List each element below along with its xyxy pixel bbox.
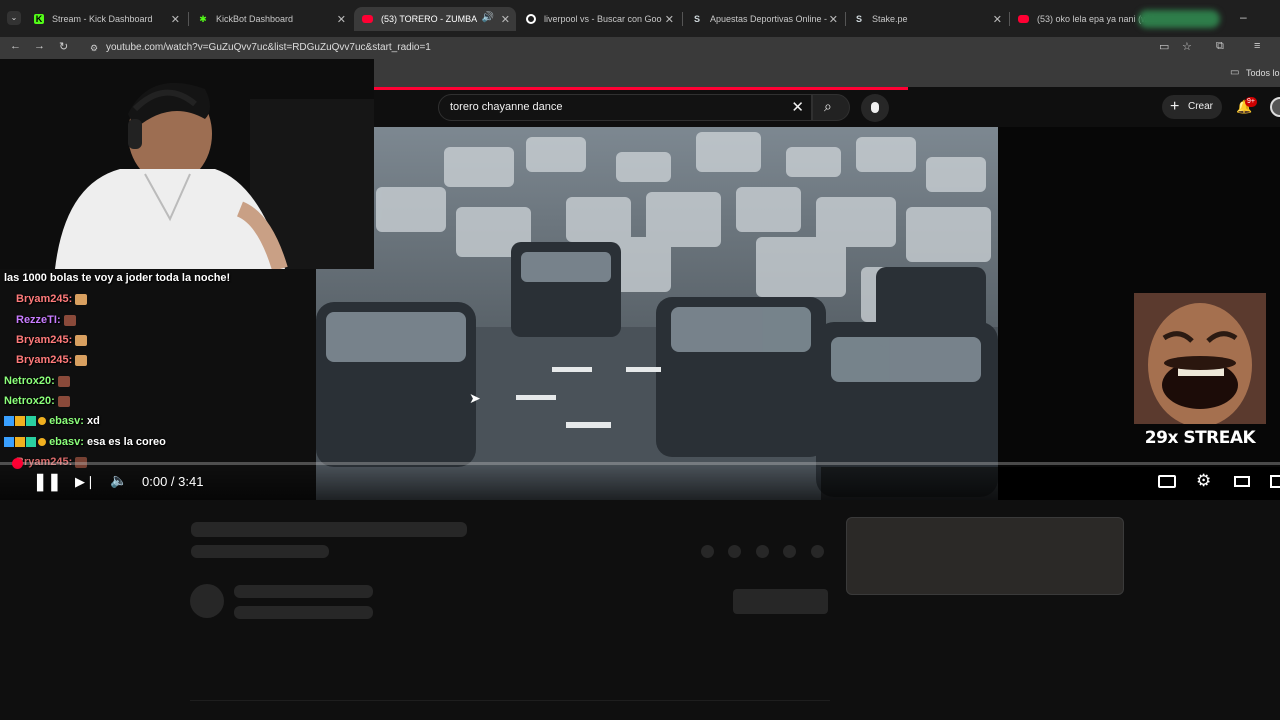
reload-icon[interactable]: ↻: [59, 40, 68, 53]
browser-tab-strip: ⌄ K Stream - Kick Dashboard ✕ ✱ KickBot …: [0, 0, 1280, 37]
badge-icon: [4, 437, 14, 448]
stake-icon: S: [693, 14, 700, 24]
time-display: 0:00 / 3:41: [142, 474, 204, 489]
youtube-icon: [1018, 15, 1029, 23]
skeleton-subscribe-button: [733, 589, 828, 614]
menu-icon[interactable]: ≡: [1254, 40, 1260, 52]
skeleton-subscribers: [234, 606, 373, 619]
theater-mode-icon[interactable]: [1234, 476, 1250, 487]
chat-message: Bryam245:: [16, 354, 88, 366]
forward-icon[interactable]: →: [34, 40, 45, 52]
all-bookmarks-label[interactable]: Todos los: [1246, 68, 1280, 78]
folder-icon: ▭: [1230, 67, 1240, 78]
skeleton-title: [191, 522, 467, 537]
voice-search-button[interactable]: [861, 94, 889, 122]
tab-google-search[interactable]: liverpool vs - Buscar con Googl ✕: [518, 7, 680, 31]
badge-icon: [38, 417, 46, 426]
microphone-icon: [871, 102, 879, 113]
settings-gear-icon[interactable]: ⚙: [1196, 471, 1211, 491]
emote-icon: [75, 354, 88, 366]
chat-message: RezzeTI:: [16, 314, 76, 326]
skeleton-avatar: [190, 584, 224, 618]
kick-icon: K: [34, 14, 44, 24]
back-icon[interactable]: ←: [10, 40, 21, 52]
emote-icon: [57, 395, 70, 407]
skeleton-dot: [811, 545, 824, 558]
bookmark-star-icon[interactable]: ☆: [1182, 40, 1192, 53]
subtitles-icon[interactable]: [1158, 475, 1176, 488]
close-tab-icon[interactable]: ✕: [665, 13, 674, 26]
badge-icon: [26, 416, 36, 427]
badge-icon: [26, 437, 36, 448]
skeleton-subtitle: [191, 545, 329, 558]
tab-search-icon[interactable]: ⌄: [7, 11, 21, 25]
chat-message: Bryam245:: [16, 293, 88, 305]
close-tab-icon[interactable]: ✕: [337, 13, 346, 26]
skeleton-dot: [728, 545, 741, 558]
next-icon[interactable]: ▶❘: [75, 474, 96, 490]
create-button[interactable]: + Crear: [1162, 95, 1222, 119]
tab-kickbot-dashboard[interactable]: ✱ KickBot Dashboard ✕: [190, 7, 352, 31]
emote-icon: [75, 293, 88, 305]
divider: [190, 700, 830, 701]
traffic-scene-image: [316, 127, 998, 500]
mouse-cursor-icon: ➤: [469, 390, 481, 406]
tab-stake[interactable]: S Stake.pe ✕: [846, 7, 1008, 31]
close-tab-icon[interactable]: ✕: [501, 13, 510, 26]
streak-counter: 29x STREAK: [1144, 428, 1256, 448]
emote-icon: [75, 334, 88, 346]
skeleton-dot: [783, 545, 796, 558]
chat-message: Netrox20:: [4, 395, 70, 407]
search-button[interactable]: ⌕: [812, 94, 850, 121]
google-icon: [526, 14, 536, 24]
close-tab-icon[interactable]: ✕: [829, 13, 838, 26]
streak-emote-image: [1134, 293, 1266, 424]
close-tab-icon[interactable]: ✕: [993, 13, 1002, 26]
youtube-icon: [362, 15, 373, 23]
skeleton-channel-name: [234, 585, 373, 598]
speaker-icon[interactable]: 🔊: [482, 12, 494, 23]
skeleton-dot: [701, 545, 714, 558]
clear-search-icon[interactable]: ✕: [791, 95, 804, 120]
pause-icon[interactable]: ❚❚: [33, 472, 62, 492]
streamer-webcam-image: [0, 59, 374, 269]
search-input[interactable]: torero chayanne dance ✕: [438, 94, 812, 121]
tab-youtube-oko-lela[interactable]: (53) oko lela epa ya nani (with: [1010, 7, 1224, 31]
skeleton-dot: [756, 545, 769, 558]
badge-icon: [4, 416, 14, 427]
video-frame: [316, 127, 998, 500]
webcam-overlay: [0, 59, 374, 269]
badge-icon: [15, 416, 25, 427]
site-info-icon[interactable]: ⚙: [90, 39, 98, 57]
extensions-icon[interactable]: ⧉: [1216, 40, 1224, 53]
close-tab-icon[interactable]: ✕: [171, 13, 180, 26]
fullscreen-icon[interactable]: [1270, 475, 1280, 488]
volume-icon[interactable]: 🔈: [110, 472, 127, 489]
chat-message: Netrox20:: [4, 375, 70, 387]
loading-progress-line: [374, 87, 908, 90]
cast-icon[interactable]: ▭: [1159, 40, 1169, 53]
notifications-button[interactable]: 🔔 9+: [1234, 97, 1258, 119]
chat-message: ebasv: xd: [4, 415, 100, 427]
chat-message: ebasv: esa es la coreo: [4, 436, 166, 448]
emote-icon: [63, 314, 76, 326]
search-icon: ⌕: [824, 98, 832, 114]
skeleton-sidebar-card: [846, 517, 1124, 595]
notification-badge: 9+: [1245, 97, 1257, 107]
badge-icon: [15, 437, 25, 448]
obscured-area: [1138, 10, 1220, 28]
tab-kick-dashboard[interactable]: K Stream - Kick Dashboard ✕: [26, 7, 186, 31]
emote-icon: [57, 375, 70, 387]
stake-icon: S: [855, 14, 862, 24]
plus-icon: +: [1170, 98, 1180, 115]
badge-icon: [38, 438, 46, 447]
chat-message: Bryam245:: [16, 334, 88, 346]
minimize-icon[interactable]: –: [1240, 10, 1247, 24]
tab-apuestas[interactable]: S Apuestas Deportivas Online - P ✕: [684, 7, 844, 31]
address-bar[interactable]: ⚙ youtube.com/watch?v=GuZuQvv7uc&list=RD…: [84, 39, 1214, 57]
tab-youtube-torero[interactable]: (53) TORERO - ZUMBA FITN 🔊 ✕: [354, 7, 516, 31]
kickbot-icon: ✱: [199, 14, 207, 24]
chat-highlight-message: las 1000 bolas te voy a joder toda la no…: [4, 272, 231, 284]
